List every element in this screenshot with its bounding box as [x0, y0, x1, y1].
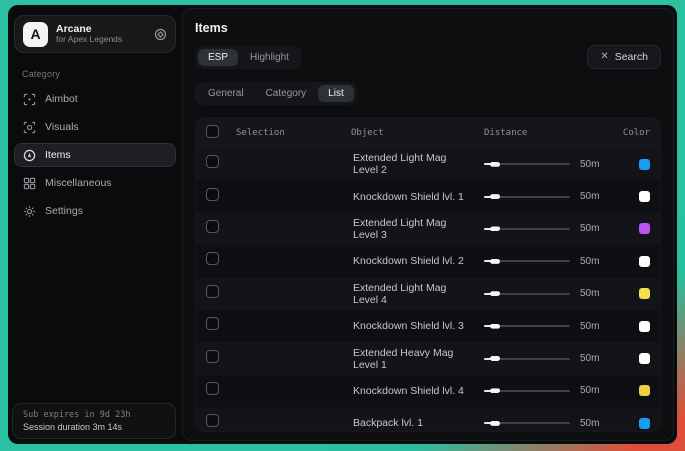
sidebar-item-label: Items — [45, 149, 71, 161]
row-checkbox[interactable] — [206, 382, 219, 395]
table-row: Extended Heavy Mag Level 1 50m — [196, 342, 660, 374]
crosshair-icon — [23, 93, 36, 106]
color-swatch[interactable] — [639, 321, 650, 332]
tab-general[interactable]: General — [198, 85, 254, 102]
search-icon: ✕ — [600, 52, 608, 62]
eye-scan-icon — [23, 121, 36, 134]
sub-expires-text: Sub expires in 9d 23h — [23, 410, 165, 420]
distance-value: 50m — [580, 418, 599, 429]
row-checkbox[interactable] — [206, 350, 219, 363]
distance-slider[interactable] — [484, 224, 570, 234]
object-label: Extended Light Mag Level 4 — [351, 282, 470, 306]
column-header-object: Object — [351, 128, 470, 138]
color-swatch[interactable] — [639, 223, 650, 234]
distance-slider[interactable] — [484, 192, 570, 202]
distance-value: 50m — [580, 159, 599, 170]
row-checkbox[interactable] — [206, 317, 219, 330]
gear-icon — [23, 205, 36, 218]
column-header-color: Color — [620, 128, 650, 138]
table-row: Extended Light Mag Level 3 50m — [196, 213, 660, 245]
object-label: Extended Light Mag Level 2 — [351, 152, 470, 176]
mode-tabs: ESP Highlight — [195, 46, 302, 69]
tab-list[interactable]: List — [318, 85, 354, 102]
sidebar-item-visuals[interactable]: Visuals — [14, 115, 176, 139]
search-button[interactable]: ✕ Search — [587, 45, 661, 69]
table-row: Knockdown Shield lvl. 4 50m — [196, 375, 660, 407]
sidebar-item-label: Aimbot — [45, 93, 78, 105]
object-label: Extended Light Mag Level 3 — [351, 217, 470, 241]
table-row: Knockdown Shield lvl. 2 50m — [196, 245, 660, 277]
sidebar-item-label: Settings — [45, 205, 83, 217]
table-row: Extended Light Mag Level 4 50m — [196, 278, 660, 310]
distance-slider[interactable] — [484, 321, 570, 331]
sidebar-item-items[interactable]: Items — [14, 143, 176, 167]
column-header-selection: Selection — [236, 128, 351, 138]
sidebar-item-aimbot[interactable]: Aimbot — [14, 87, 176, 111]
color-swatch[interactable] — [639, 418, 650, 429]
table-row: Extended Light Mag Level 2 50m — [196, 148, 660, 180]
object-label: Backpack lvl. 1 — [351, 417, 470, 429]
color-swatch[interactable] — [639, 385, 650, 396]
row-checkbox[interactable] — [206, 220, 219, 233]
distance-value: 50m — [580, 191, 599, 202]
app-window: A Arcane for Apex Legends Category — [8, 5, 677, 444]
table-row: Knockdown Shield lvl. 1 50m — [196, 180, 660, 212]
color-swatch[interactable] — [639, 288, 650, 299]
emblem-icon[interactable] — [154, 28, 167, 41]
column-header-distance: Distance — [470, 128, 620, 138]
row-checkbox[interactable] — [206, 155, 219, 168]
sidebar: A Arcane for Apex Legends Category — [8, 5, 180, 444]
distance-value: 50m — [580, 353, 599, 364]
distance-slider[interactable] — [484, 386, 570, 396]
color-swatch[interactable] — [639, 353, 650, 364]
distance-value: 50m — [580, 256, 599, 267]
sidebar-item-settings[interactable]: Settings — [14, 199, 176, 223]
search-button-label: Search — [615, 51, 648, 63]
object-label: Knockdown Shield lvl. 2 — [351, 255, 470, 267]
sidebar-item-label: Miscellaneous — [45, 177, 112, 189]
subscription-info-card: Sub expires in 9d 23h Session duration 3… — [12, 403, 176, 439]
view-tabs: General Category List — [195, 82, 357, 105]
app-subtitle: for Apex Legends — [56, 35, 146, 45]
session-duration-text: Session duration 3m 14s — [23, 422, 165, 432]
table-header-row: Selection Object Distance Color — [196, 118, 660, 148]
app-logo-card: A Arcane for Apex Legends — [14, 15, 176, 53]
tab-category[interactable]: Category — [256, 85, 317, 102]
distance-value: 50m — [580, 288, 599, 299]
tab-esp[interactable]: ESP — [198, 49, 238, 66]
row-checkbox[interactable] — [206, 188, 219, 201]
color-swatch[interactable] — [639, 191, 650, 202]
distance-slider[interactable] — [484, 289, 570, 299]
tab-highlight[interactable]: Highlight — [240, 49, 299, 66]
distance-slider[interactable] — [484, 418, 570, 428]
distance-slider[interactable] — [484, 354, 570, 364]
distance-value: 50m — [580, 223, 599, 234]
object-label: Knockdown Shield lvl. 1 — [351, 191, 470, 203]
row-checkbox[interactable] — [206, 414, 219, 427]
color-swatch[interactable] — [639, 159, 650, 170]
table-row: Knockdown Shield lvl. 3 50m — [196, 310, 660, 342]
compass-icon — [23, 149, 36, 162]
items-table: Selection Object Distance Color Extended… — [195, 117, 661, 432]
object-label: Knockdown Shield lvl. 3 — [351, 320, 470, 332]
sidebar-item-label: Visuals — [45, 121, 79, 133]
distance-slider[interactable] — [484, 256, 570, 266]
object-label: Knockdown Shield lvl. 4 — [351, 385, 470, 397]
category-section-label: Category — [22, 69, 178, 79]
object-label: Extended Heavy Mag Level 1 — [351, 347, 470, 371]
color-swatch[interactable] — [639, 256, 650, 267]
distance-value: 50m — [580, 321, 599, 332]
row-checkbox[interactable] — [206, 252, 219, 265]
distance-value: 50m — [580, 385, 599, 396]
sidebar-item-miscellaneous[interactable]: Miscellaneous — [14, 171, 176, 195]
select-all-checkbox[interactable] — [206, 125, 219, 138]
page-title: Items — [195, 21, 661, 35]
grid-icon — [23, 177, 36, 190]
app-logo: A — [23, 22, 48, 47]
distance-slider[interactable] — [484, 159, 570, 169]
table-row: Backpack lvl. 1 50m — [196, 407, 660, 432]
row-checkbox[interactable] — [206, 285, 219, 298]
main-panel: Items ESP Highlight ✕ Search General Cat… — [182, 8, 674, 441]
sidebar-nav: Aimbot Visuals Items — [12, 87, 178, 223]
